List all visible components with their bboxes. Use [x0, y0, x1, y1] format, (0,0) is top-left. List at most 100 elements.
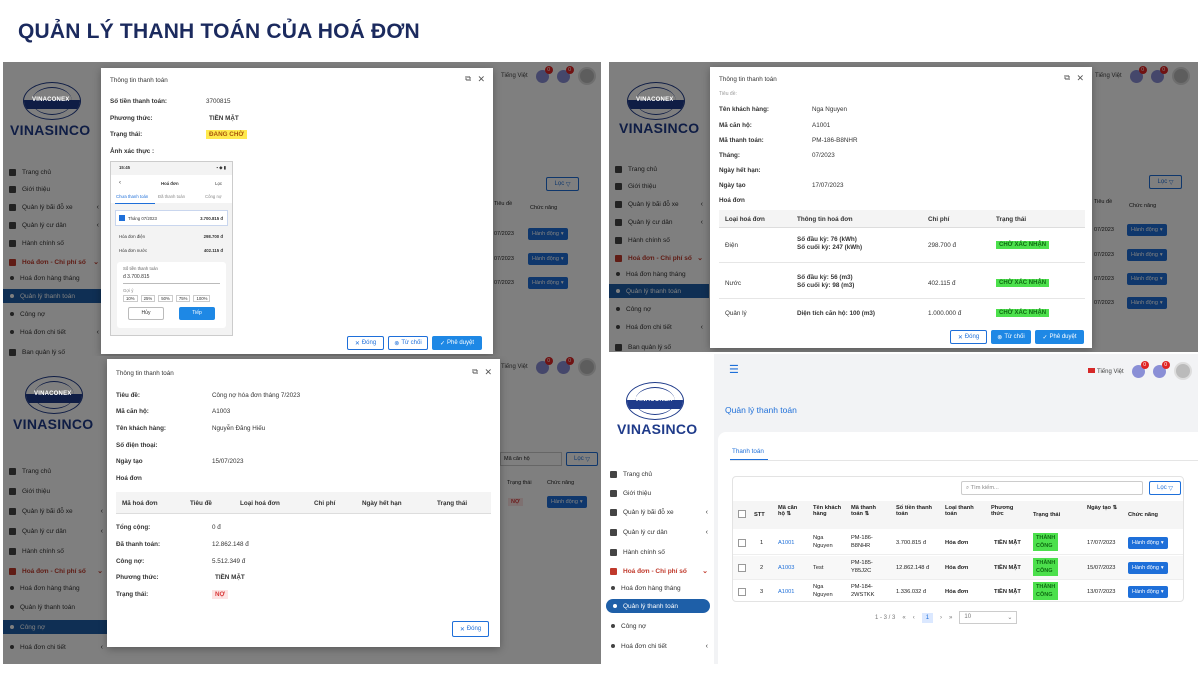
current-page[interactable]: 1 [921, 612, 934, 623]
check-icon: ✓ [1042, 334, 1048, 341]
phone-tab: Chưa thanh toán [116, 194, 149, 199]
last-page-icon[interactable]: » [949, 615, 952, 621]
menu-hd-hang-thang[interactable]: Hoá đơn hàng tháng [604, 581, 714, 595]
field-label: Mã căn hộ: [116, 408, 149, 415]
scrolled-label: Tiêu đề: [719, 91, 737, 97]
close-button[interactable]: ✕ Đóng [452, 621, 489, 637]
reject-button[interactable]: ⊗ Từ chối [991, 330, 1031, 344]
status-badge: CHỜ XÁC NHẬN [996, 309, 1050, 317]
brand-band: VINACONEX [636, 97, 674, 103]
close-icon: ✕ [354, 340, 360, 347]
menu-hd-chi-tiet[interactable]: Hoá đơn chi tiết‹ [604, 639, 714, 653]
col-header[interactable]: Mã căn hộ ⇅ [778, 505, 802, 517]
menu-ql-thanh-toan[interactable]: Quản lý thanh toán [606, 599, 710, 613]
menu-hanh-chinh[interactable]: Hành chính số [604, 545, 714, 559]
menu-gioi-thieu[interactable]: Giới thiệu [604, 486, 714, 500]
action-button[interactable]: Hành động▾ [1128, 562, 1168, 574]
field-value: 0 đ [212, 524, 221, 531]
close-icon[interactable]: ✕ [1076, 73, 1084, 84]
phone-next-button[interactable]: Tiếp [179, 307, 215, 320]
expand-icon[interactable]: ⧉ [1064, 73, 1070, 83]
cell-cost: 298.700 đ [928, 242, 957, 249]
col-header: Tiêu đề [190, 500, 212, 507]
dot-icon [611, 586, 615, 590]
action-button[interactable]: Hành động▾ [1128, 537, 1168, 549]
col-header: Thông tin hoá đơn [797, 216, 853, 223]
close-icon: ✕ [459, 626, 465, 633]
phone-line-label: Hóa đơn nước [119, 248, 148, 253]
brand-band: VINACONEX [635, 397, 673, 403]
menu-hoa-don[interactable]: Hoá đơn - Chi phí số⌄ [604, 564, 714, 578]
phone-month-amount: 3.700.815 đ [200, 216, 223, 221]
modal-title: Thông tin thanh toán [110, 77, 168, 84]
menu-cu-dan[interactable]: Quản lý cư dân‹ [604, 525, 714, 539]
select-all-checkbox[interactable] [738, 510, 746, 518]
apartment-link[interactable]: A1003 [778, 565, 794, 571]
close-icon[interactable]: ✕ [484, 367, 492, 378]
expand-icon[interactable]: ⧉ [472, 367, 478, 377]
col-header[interactable]: Ngày tạo ⇅ [1087, 505, 1121, 511]
document-icon [610, 548, 617, 556]
users-icon [610, 528, 617, 536]
chat-icon[interactable]: 0 [1131, 360, 1149, 378]
tab-thanh-toan[interactable]: Thanh toán [732, 448, 764, 455]
field-label: Trạng thái: [110, 131, 143, 138]
close-icon[interactable]: ✕ [477, 74, 485, 85]
row-checkbox[interactable] [738, 539, 746, 547]
search-input[interactable]: ⌕ Tìm kiếm... [961, 481, 1143, 495]
phone-line-value: 298.700 đ [203, 234, 223, 239]
hamburger-icon[interactable]: ☰ [729, 363, 739, 376]
col-header: Tên khách hàng [813, 505, 842, 517]
field-label: Số tiền thanh toán: [110, 98, 168, 105]
row-checkbox[interactable] [738, 564, 746, 572]
approve-button[interactable]: ✓ Phê duyệt [1035, 330, 1084, 344]
field-value: PM-186-B8NHR [812, 137, 858, 144]
avatar[interactable] [1173, 362, 1192, 380]
language-select[interactable]: Tiếng Việt [1088, 367, 1124, 375]
col-header: Số tiền thanh toán [896, 505, 933, 517]
reject-icon: ⊗ [394, 340, 400, 347]
phone-cancel-button[interactable]: Hủy [128, 307, 164, 320]
action-button[interactable]: Hành động▾ [1128, 586, 1168, 598]
apartment-link[interactable]: A1001 [778, 540, 794, 546]
field-value: 12.862.148 đ [212, 541, 249, 548]
row-checkbox[interactable] [738, 588, 746, 596]
table-row: 3 A1001 Nga Nguyen PM-184- 2WSTKK 1.336.… [733, 581, 1183, 603]
expand-icon[interactable]: ⧉ [465, 74, 471, 84]
col-header: Mã hoá đơn [122, 500, 158, 507]
first-page-icon[interactable]: « [902, 615, 905, 621]
content-card: Thanh toán ⌕ Tìm kiếm... Lọc ▽ STT Mã că… [718, 432, 1198, 664]
field-label: Ngày tạo [719, 182, 746, 189]
per-page-select[interactable]: 10 ⌄ [959, 611, 1018, 624]
screenshot-panel-2: VINACONEX VINASINCO Trang chủ Giới thiệu… [609, 62, 1198, 352]
chevron-down-icon: ⌄ [1007, 615, 1013, 621]
col-header: Chi phí [314, 500, 336, 507]
bell-icon[interactable]: 0 [1152, 360, 1170, 378]
field-label: Đã thanh toán: [116, 541, 161, 548]
apartment-link[interactable]: A1001 [778, 589, 794, 595]
prev-page-icon[interactable]: ‹ [913, 615, 915, 621]
reject-button[interactable]: ⊗ Từ chối [388, 336, 428, 350]
filter-button[interactable]: Lọc ▽ [1149, 481, 1181, 495]
screenshot-panel-4: VINACONEX VINASINCO Trang chủ Giới thiệu… [604, 354, 1198, 664]
cell-loai: Nước [725, 280, 742, 287]
approve-button[interactable]: ✓ Phê duyệt [432, 336, 482, 350]
bell-badge: 0 [1161, 360, 1170, 369]
col-header: Chức năng [1128, 512, 1159, 518]
field-label: Ngày tạo [116, 458, 143, 465]
field-label: Tiêu đề: [116, 392, 141, 399]
menu-cong-no[interactable]: Công nợ [604, 619, 714, 633]
field-label: Trạng thái: [116, 591, 149, 598]
payment-modal: Thông tin thanh toán ⧉ ✕ Số tiền thanh t… [101, 68, 493, 354]
verification-image: 15:45 ▪ ◆ ▮ ‹ Hoá đơn Lọc Chưa thanh toá… [110, 161, 233, 336]
close-button[interactable]: ✕ Đóng [347, 336, 384, 350]
phone-tab: Công nợ [205, 194, 222, 199]
field-label: Ảnh xác thực : [110, 148, 155, 155]
menu-trang-chu[interactable]: Trang chủ [604, 467, 714, 481]
close-button[interactable]: ✕ Đóng [950, 330, 987, 344]
col-header: Loại hoá đơn [725, 216, 765, 223]
chat-badge: 0 [1140, 360, 1149, 369]
next-page-icon[interactable]: › [940, 615, 942, 621]
col-header[interactable]: Mã thanh toán ⇅ [851, 505, 884, 517]
menu-bai-do-xe[interactable]: Quản lý bãi đỗ xe‹ [604, 505, 714, 519]
